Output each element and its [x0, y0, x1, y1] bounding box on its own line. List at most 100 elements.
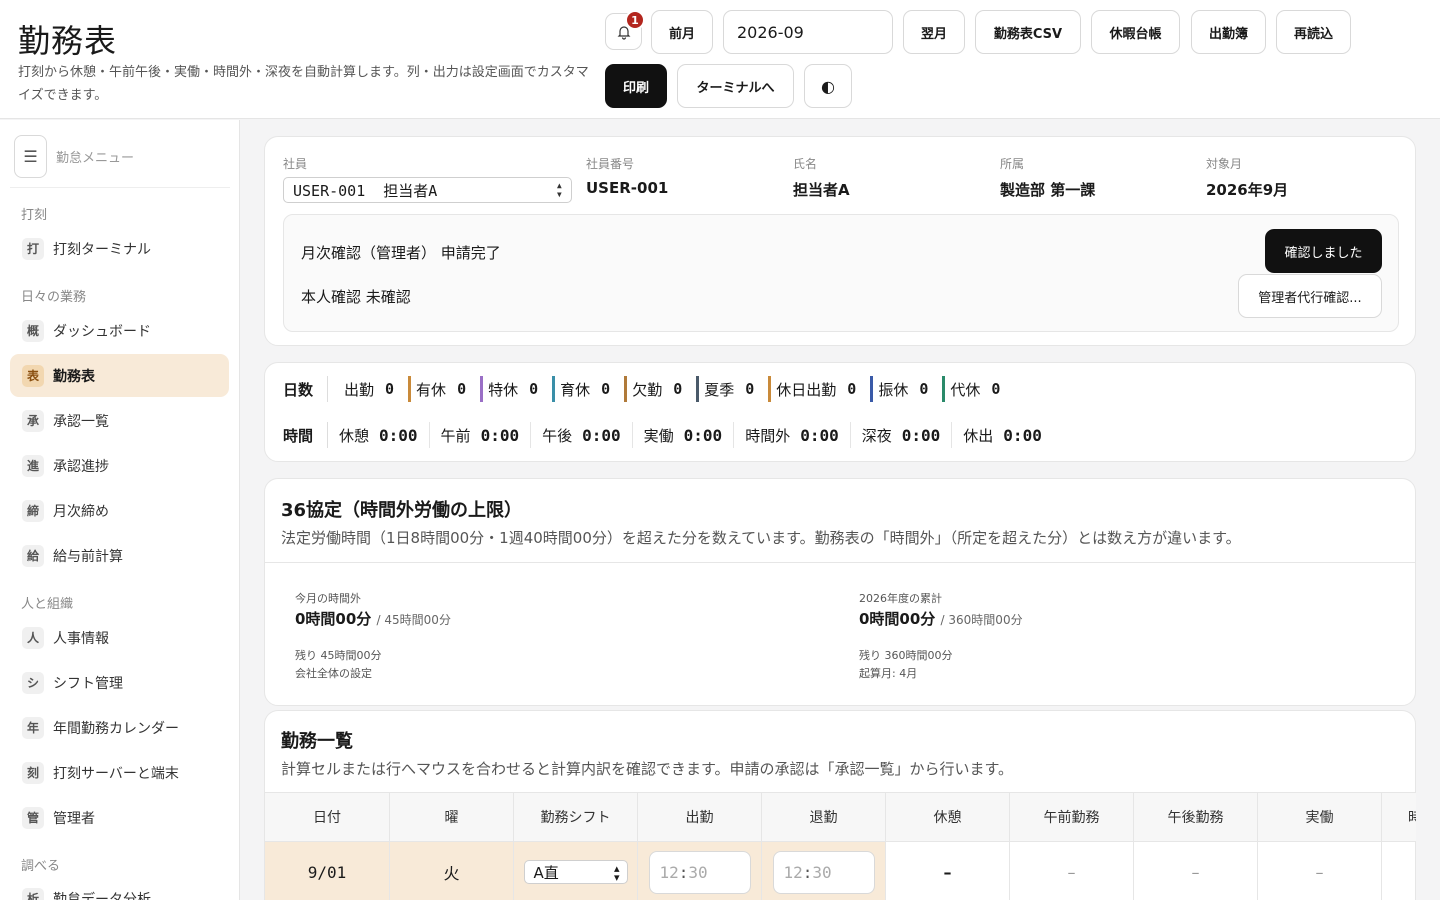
count-holiday-work: 休日出勤 0 [768, 376, 856, 402]
sidebar-item-payroll-precalc[interactable]: 給給与前計算 [10, 534, 229, 577]
proxy-confirm-button[interactable]: 管理者代行確認... [1238, 274, 1382, 318]
count-label: 育休 [560, 380, 591, 399]
sidebar-item-label: 承認一覧 [53, 413, 109, 430]
nav-chip: シ [22, 671, 44, 694]
monthly-overtime-label: 今月の時間外 [295, 592, 361, 605]
yearly-overtime-label: 2026年度の累計 [859, 592, 942, 605]
month-input[interactable]: 2026-09 [723, 10, 893, 54]
nav-chip: 打 [22, 237, 44, 260]
row-afternoon: – [1134, 842, 1258, 900]
time-late-night: 深夜 0:00 [851, 422, 953, 448]
clock-out-input[interactable]: 12:30 [772, 850, 875, 894]
count-value: 0 [847, 380, 857, 398]
yearly-overtime-value: 0時間00分 [859, 610, 936, 628]
count-value: 0 [673, 380, 683, 398]
section-label-punch: 打刻 [21, 208, 48, 223]
theme-toggle-icon[interactable]: ◐ [804, 64, 852, 108]
sidebar-item-analytics[interactable]: 析勤怠データ分析 [10, 877, 229, 900]
sidebar-item-label: ダッシュボード [53, 323, 151, 340]
time-actual: 実働 0:00 [633, 422, 735, 448]
time-item-label: 実働 [643, 426, 674, 445]
yearly-remaining: 残り 360時間00分 [859, 649, 953, 662]
clock-in-hour: 12 [659, 862, 679, 882]
clock-in-input[interactable]: 12:30 [648, 850, 751, 894]
sidebar-item-label: 年間勤務カレンダー [53, 720, 179, 737]
csv-button[interactable]: 勤務表CSV [975, 10, 1081, 54]
divider [10, 187, 230, 188]
agreement-description: 法定労働時間（1日8時間00分・1週40時間00分）を超えた分を数えています。勤… [281, 529, 1241, 547]
count-absence: 欠勤 0 [624, 376, 682, 402]
employee-card: 社員 USER-001 担当者A ▴ ▾ 社員番号 USER-001 氏名 担当者… [264, 136, 1416, 346]
nav-chip: 析 [22, 887, 44, 900]
leave-ledger-button[interactable]: 休暇台帳 [1091, 10, 1180, 54]
confirmation-panel: 月次確認（管理者） 申請完了 本人確認 未確認 確認しました 管理者代行確認..… [283, 214, 1399, 332]
monthly-overtime-limit: / 45時間00分 [376, 613, 451, 627]
count-childcare-leave: 育休 0 [552, 376, 610, 402]
time-separator: : [678, 862, 689, 882]
count-label: 振休 [878, 380, 909, 399]
page-description: 打刻から休憩・午前午後・実働・時間外・深夜を自動計算します。列・出力は設定画面で… [18, 65, 589, 103]
sidebar: ☰ 勤怠メニュー 打刻 打打刻ターミナル 日々の業務 概ダッシュボード 表勤務表… [0, 120, 240, 900]
attendance-book-button[interactable]: 出勤簿 [1191, 10, 1266, 54]
summary-card: 日数 出勤 0 有休 0 特休 0 育休 0 欠勤 0 夏季 0 休日出勤 0 振休 0 代休 0… [264, 362, 1416, 462]
chevron-updown-icon: ▴ ▾ [613, 862, 620, 884]
col-actual: 実働 [1258, 792, 1382, 842]
employee-select[interactable]: USER-001 担当者A ▴ ▾ [283, 177, 572, 203]
count-label: 休日出勤 [776, 380, 837, 399]
sidebar-item-label: 勤務表 [53, 368, 95, 385]
sidebar-item-shift[interactable]: シシフト管理 [10, 661, 229, 704]
row-clock-out-cell: 12:30 [762, 842, 886, 900]
sidebar-item-punch-server[interactable]: 刻打刻サーバーと端末 [10, 751, 229, 794]
confirmed-button[interactable]: 確認しました [1265, 229, 1382, 273]
col-clock-in: 出勤 [638, 792, 762, 842]
print-button[interactable]: 印刷 [605, 64, 667, 108]
col-morning: 午前勤務 [1010, 792, 1134, 842]
time-label: 時間 [283, 422, 328, 448]
time-item-label: 深夜 [861, 426, 892, 445]
notification-badge: 1 [625, 10, 645, 30]
clock-out-minute: 30 [812, 862, 832, 882]
count-label: 有休 [416, 380, 447, 399]
sidebar-item-terminal[interactable]: 打打刻ターミナル [10, 227, 229, 270]
nav-chip: 管 [22, 806, 44, 829]
terminal-button[interactable]: ターミナルへ [677, 64, 794, 108]
sidebar-item-timesheet[interactable]: 表勤務表 [10, 354, 229, 397]
menu-toggle-icon[interactable]: ☰ [14, 135, 47, 178]
count-label: 特休 [488, 380, 519, 399]
monthly-overtime: 0時間00分 / 45時間00分 [295, 608, 451, 629]
sidebar-item-approval-progress[interactable]: 進承認進捗 [10, 444, 229, 487]
row-date: 9/01 [265, 842, 390, 900]
time-item-label: 休憩 [339, 426, 370, 445]
sidebar-item-annual-calendar[interactable]: 年年間勤務カレンダー [10, 706, 229, 749]
row-actual: – [1258, 842, 1382, 900]
shift-select[interactable]: A直 ▴ ▾ [523, 860, 628, 884]
section-label-daily: 日々の業務 [21, 290, 87, 305]
employee-label: 社員 [283, 157, 308, 171]
reload-button[interactable]: 再読込 [1276, 10, 1351, 54]
sidebar-item-label: 給与前計算 [53, 548, 123, 565]
time-item-value: 0:00 [582, 425, 621, 445]
monthly-note: 会社全体の設定 [295, 667, 372, 680]
target-month-label: 対象月 [1206, 157, 1243, 171]
employee-number-label: 社員番号 [586, 157, 635, 171]
sidebar-item-monthly-close[interactable]: 締月次締め [10, 489, 229, 532]
chevron-updown-icon: ▴ ▾ [555, 178, 563, 201]
employee-name: 担当者A [793, 181, 850, 199]
sidebar-item-admin[interactable]: 管管理者 [10, 796, 229, 839]
days-summary: 日数 出勤 0 有休 0 特休 0 育休 0 欠勤 0 夏季 0 休日出勤 0 振休 0 代休 0 [283, 376, 1014, 402]
sidebar-item-hr[interactable]: 人人事情報 [10, 616, 229, 659]
col-weekday: 曜 [390, 792, 514, 842]
col-clock-out: 退勤 [762, 792, 886, 842]
sidebar-item-approvals[interactable]: 承承認一覧 [10, 399, 229, 442]
time-item-value: 0:00 [480, 425, 520, 445]
worklist-table: 日付 曜 勤務シフト 出勤 退勤 休憩 午前勤務 午後勤務 実働 時 9/01 … [264, 792, 1416, 900]
prev-month-button[interactable]: 前月 [651, 10, 713, 54]
agreement-title: 36協定（時間外労働の上限） [281, 500, 523, 521]
count-value: 0 [991, 380, 1001, 398]
sidebar-item-label: 月次締め [53, 503, 109, 520]
sidebar-item-dashboard[interactable]: 概ダッシュボード [10, 309, 229, 352]
time-separator: : [802, 862, 813, 882]
yearly-overtime-limit: / 360時間00分 [940, 613, 1023, 627]
next-month-button[interactable]: 翌月 [903, 10, 965, 54]
app-header: 勤務表 打刻から休憩・午前午後・実働・時間外・深夜を自動計算します。列・出力は設… [0, 0, 1440, 119]
